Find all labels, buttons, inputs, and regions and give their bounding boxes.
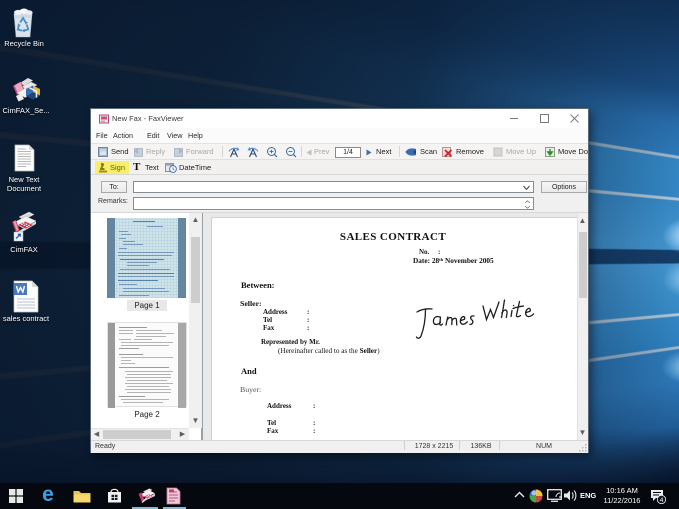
svg-text:4: 4 [660, 497, 664, 504]
